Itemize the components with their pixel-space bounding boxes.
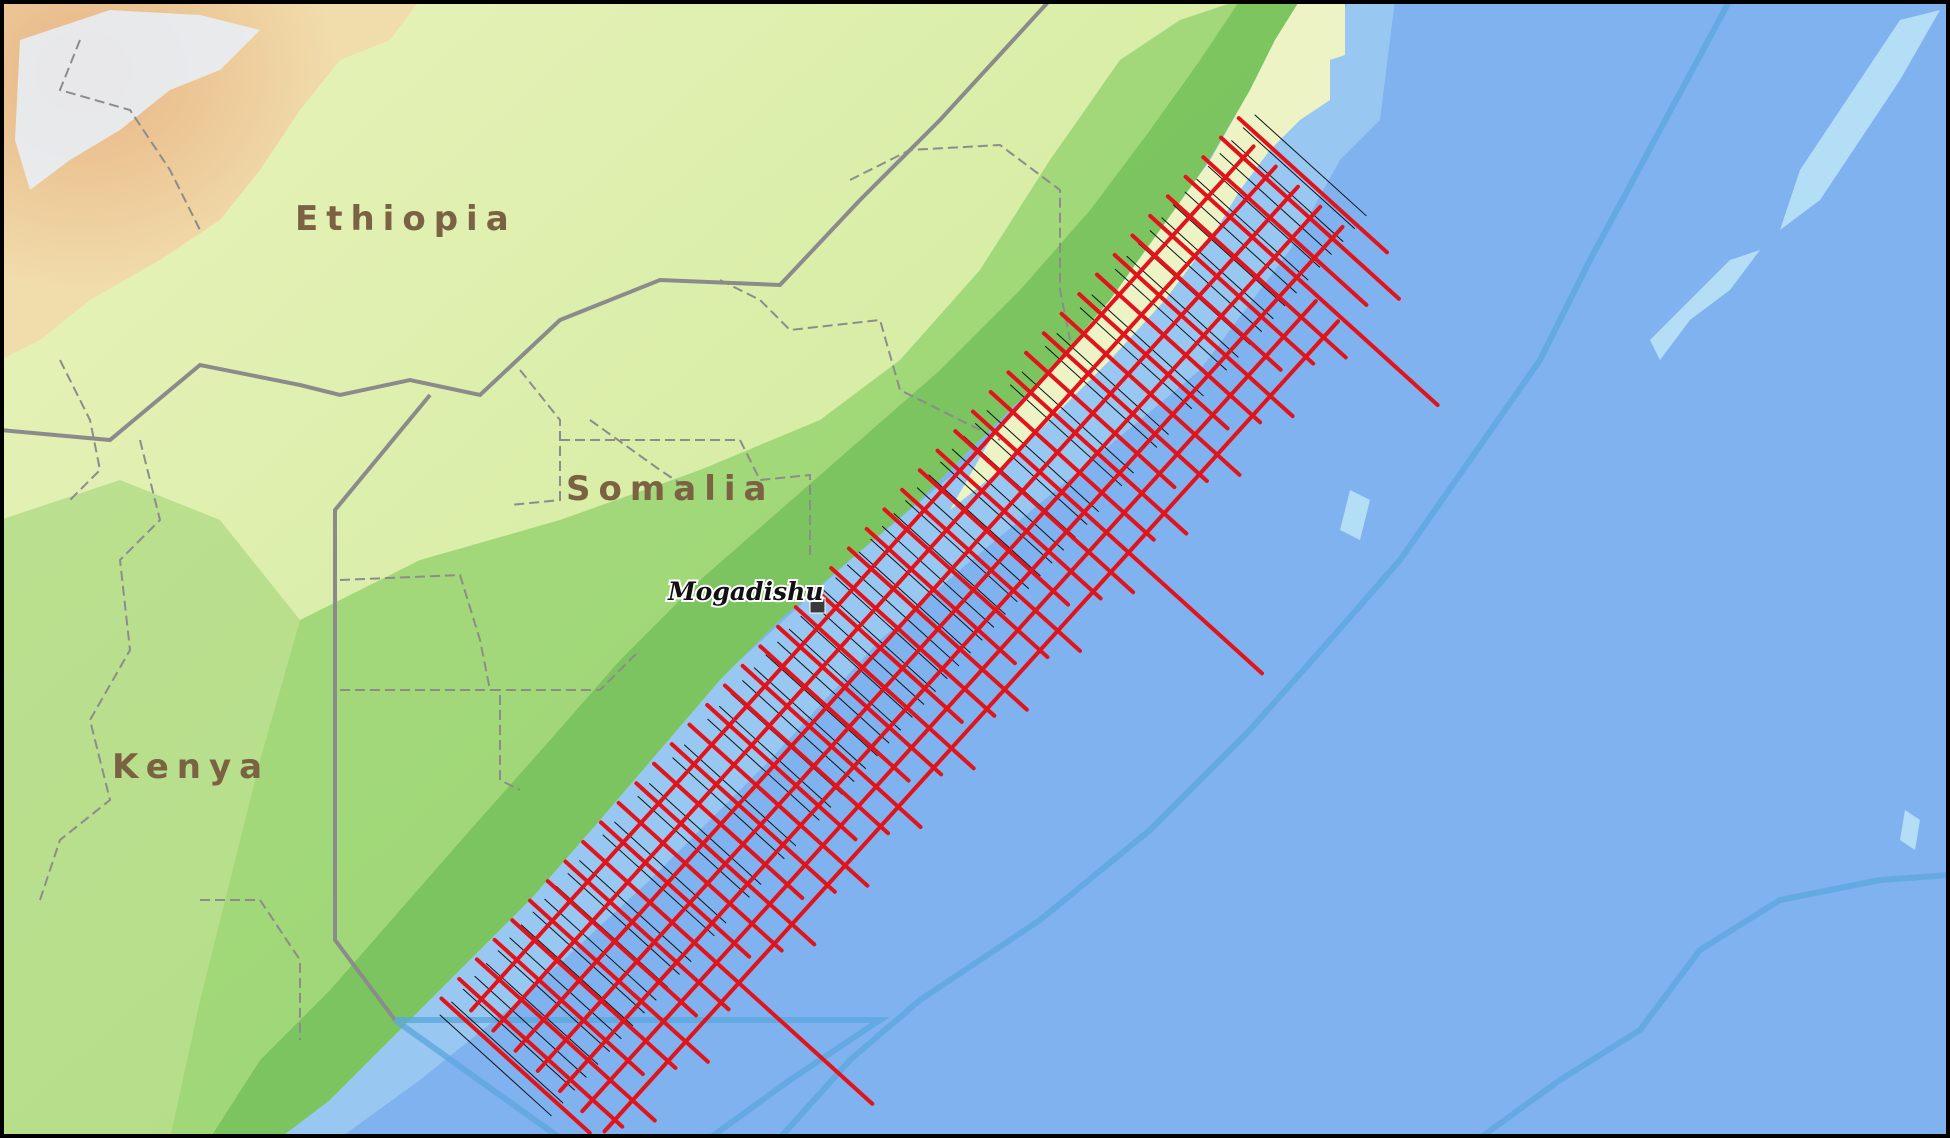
label-kenya: Kenya (112, 747, 270, 787)
map-frame: Ethiopia Somalia Kenya Mogadishu (0, 0, 1950, 1138)
map-canvas[interactable]: Ethiopia Somalia Kenya Mogadishu (0, 0, 1950, 1138)
label-mogadishu: Mogadishu (667, 577, 823, 606)
label-ethiopia: Ethiopia (295, 199, 517, 239)
label-somalia: Somalia (566, 469, 774, 509)
